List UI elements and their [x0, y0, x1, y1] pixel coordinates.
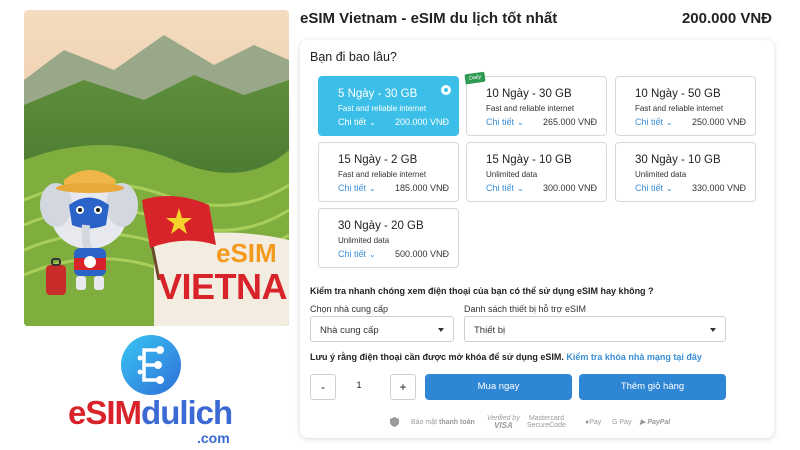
quantity-value[interactable]: 1	[352, 380, 366, 391]
plan-option[interactable]: 10 Ngày - 50 GB Fast and reliable intern…	[615, 76, 756, 136]
mastercard-line2: SecureCode	[527, 422, 566, 430]
plan-price: 500.000 VNĐ	[394, 249, 449, 259]
brand-domain: .com	[197, 430, 230, 446]
plan-price: 330.000 VNĐ	[691, 183, 746, 193]
secure-payment-bold: thanh toán	[439, 419, 475, 426]
plan-price: 300.000 VNĐ	[542, 183, 597, 193]
plan-price: 265.000 VNĐ	[542, 117, 597, 127]
plan-option[interactable]: 15 Ngày - 2 GB Fast and reliable interne…	[318, 142, 459, 202]
purchase-card: Bạn đi bao lâu? 5 Ngày - 30 GB Fast and …	[300, 40, 774, 438]
quantity-increase-button[interactable]: +	[390, 374, 416, 400]
secure-payment-text: Bảo mật thanh toán	[411, 419, 475, 426]
plan-price: 200.000 VNĐ	[394, 117, 449, 127]
mastercard-line1: Mastercard	[528, 415, 564, 422]
plan-description: Fast and reliable internet	[338, 170, 427, 179]
plan-details-label: Chi tiết	[635, 183, 664, 193]
plan-description: Fast and reliable internet	[338, 104, 427, 113]
promo-esim-text: eSIM	[216, 238, 277, 268]
brand-name-part2: dulich	[141, 394, 233, 431]
plan-details-label: Chi tiết	[338, 117, 367, 127]
plan-description: Unlimited data	[338, 236, 390, 245]
provider-label: Chọn nhà cung cấp	[310, 304, 389, 314]
apple-pay-text: Pay	[589, 419, 602, 426]
product-price: 200.000 VNĐ	[681, 10, 772, 27]
brand-name-part1: eSIM	[68, 394, 142, 431]
plan-details-label: Chi tiết	[486, 117, 515, 127]
plan-title: 15 Ngày - 2 GB	[338, 154, 418, 166]
mastercard-securecode-logo: Mastercard SecureCode	[527, 415, 566, 430]
duration-question: Bạn đi bao lâu?	[310, 50, 397, 64]
chevron-down-icon: ⌄	[517, 118, 524, 127]
plan-details-link[interactable]: Chi tiết ⌄	[486, 183, 524, 193]
buy-now-button[interactable]: Mua ngay	[425, 374, 572, 400]
chevron-down-icon: ⌄	[369, 184, 376, 193]
google-pay-logo: G Pay	[612, 419, 632, 426]
promo-country-text: VIETNAM	[158, 266, 289, 307]
apple-pay-logo: ●Pay	[585, 419, 601, 426]
chevron-down-icon: ⌄	[517, 184, 524, 193]
secure-payment-prefix: Bảo mật	[411, 419, 438, 426]
plan-title: 5 Ngày - 30 GB	[338, 88, 418, 100]
plan-title: 10 Ngày - 30 GB	[486, 88, 572, 100]
plan-details-label: Chi tiết	[486, 183, 515, 193]
plan-title: 10 Ngày - 50 GB	[635, 88, 721, 100]
caret-down-icon	[438, 328, 444, 332]
plan-option[interactable]: Daily 10 Ngày - 30 GB Fast and reliable …	[464, 71, 607, 136]
unlock-note-text: Lưu ý rằng điện thoại cần được mở khóa đ…	[310, 352, 564, 362]
add-to-cart-button[interactable]: Thêm giỏ hàng	[579, 374, 726, 400]
compatibility-heading: Kiểm tra nhanh chóng xem điện thoại của …	[310, 286, 654, 296]
brand-logo: eSIMdulich .com	[60, 330, 260, 446]
unlock-note: Lưu ý rằng điện thoại cần được mở khóa đ…	[310, 352, 702, 362]
device-select[interactable]: Thiết bị	[464, 316, 726, 342]
plan-details-link[interactable]: Chi tiết ⌄	[635, 117, 673, 127]
plan-details-link[interactable]: Chi tiết ⌄	[338, 117, 376, 127]
device-list-label: Danh sách thiết bị hỗ trợ eSIM	[464, 304, 586, 314]
provider-select-value: Nhà cung cấp	[320, 325, 379, 336]
chevron-down-icon: ⌄	[666, 184, 673, 193]
plan-description: Fast and reliable internet	[635, 104, 724, 113]
plan-title: 30 Ngày - 10 GB	[635, 154, 721, 166]
shield-icon	[390, 417, 399, 427]
plan-badge: Daily	[464, 71, 486, 85]
plan-details-link[interactable]: Chi tiết ⌄	[338, 249, 376, 259]
plan-price: 185.000 VNĐ	[394, 183, 449, 193]
brand-name: eSIMdulich	[68, 394, 233, 431]
chevron-down-icon: ⌄	[369, 118, 376, 127]
plan-details-label: Chi tiết	[635, 117, 664, 127]
plan-details-link[interactable]: Chi tiết ⌄	[635, 183, 673, 193]
chevron-down-icon: ⌄	[369, 250, 376, 259]
plan-option[interactable]: 30 Ngày - 20 GB Unlimited data Chi tiết ⌄…	[318, 208, 459, 268]
plan-details-link[interactable]: Chi tiết ⌄	[486, 117, 524, 127]
paypal-logo: ▶ PayPal	[640, 419, 670, 426]
plan-option[interactable]: 5 Ngày - 30 GB Fast and reliable interne…	[318, 76, 459, 136]
plan-details-label: Chi tiết	[338, 183, 367, 193]
plan-option[interactable]: 15 Ngày - 10 GB Unlimited data Chi tiết ⌄…	[466, 142, 607, 202]
plan-description: Unlimited data	[635, 170, 687, 179]
device-select-value: Thiết bị	[474, 325, 506, 336]
carrier-lock-check-link[interactable]: Kiểm tra khóa nhà mạng tại đây	[566, 352, 702, 362]
visa-line2: VISA	[494, 421, 513, 431]
plan-option[interactable]: 30 Ngày - 10 GB Unlimited data Chi tiết ⌄…	[615, 142, 756, 202]
paypal-text: PayPal	[647, 419, 671, 426]
plan-description: Unlimited data	[486, 170, 538, 179]
chevron-down-icon: ⌄	[666, 118, 673, 127]
provider-select[interactable]: Nhà cung cấp	[310, 316, 454, 342]
plan-description: Fast and reliable internet	[486, 104, 575, 113]
paypal-icon: ▶	[640, 419, 646, 426]
plan-details-label: Chi tiết	[338, 249, 367, 259]
caret-down-icon	[710, 328, 716, 332]
selected-radio-icon	[441, 85, 451, 95]
promo-image: eSIM VIETNAM	[24, 10, 289, 326]
product-title: eSIM Vietnam - eSIM du lịch tốt nhất	[300, 10, 558, 27]
verified-by-visa-logo: Verified by VISA	[487, 415, 520, 431]
plan-details-link[interactable]: Chi tiết ⌄	[338, 183, 376, 193]
plan-price: 250.000 VNĐ	[691, 117, 746, 127]
plan-title: 15 Ngày - 10 GB	[486, 154, 572, 166]
payment-methods-row: Bảo mật thanh toán Verified by VISA Maste…	[390, 415, 690, 431]
esim-logo-icon	[121, 335, 181, 395]
plan-title: 30 Ngày - 20 GB	[338, 220, 424, 232]
quantity-decrease-button[interactable]: -	[310, 374, 336, 400]
